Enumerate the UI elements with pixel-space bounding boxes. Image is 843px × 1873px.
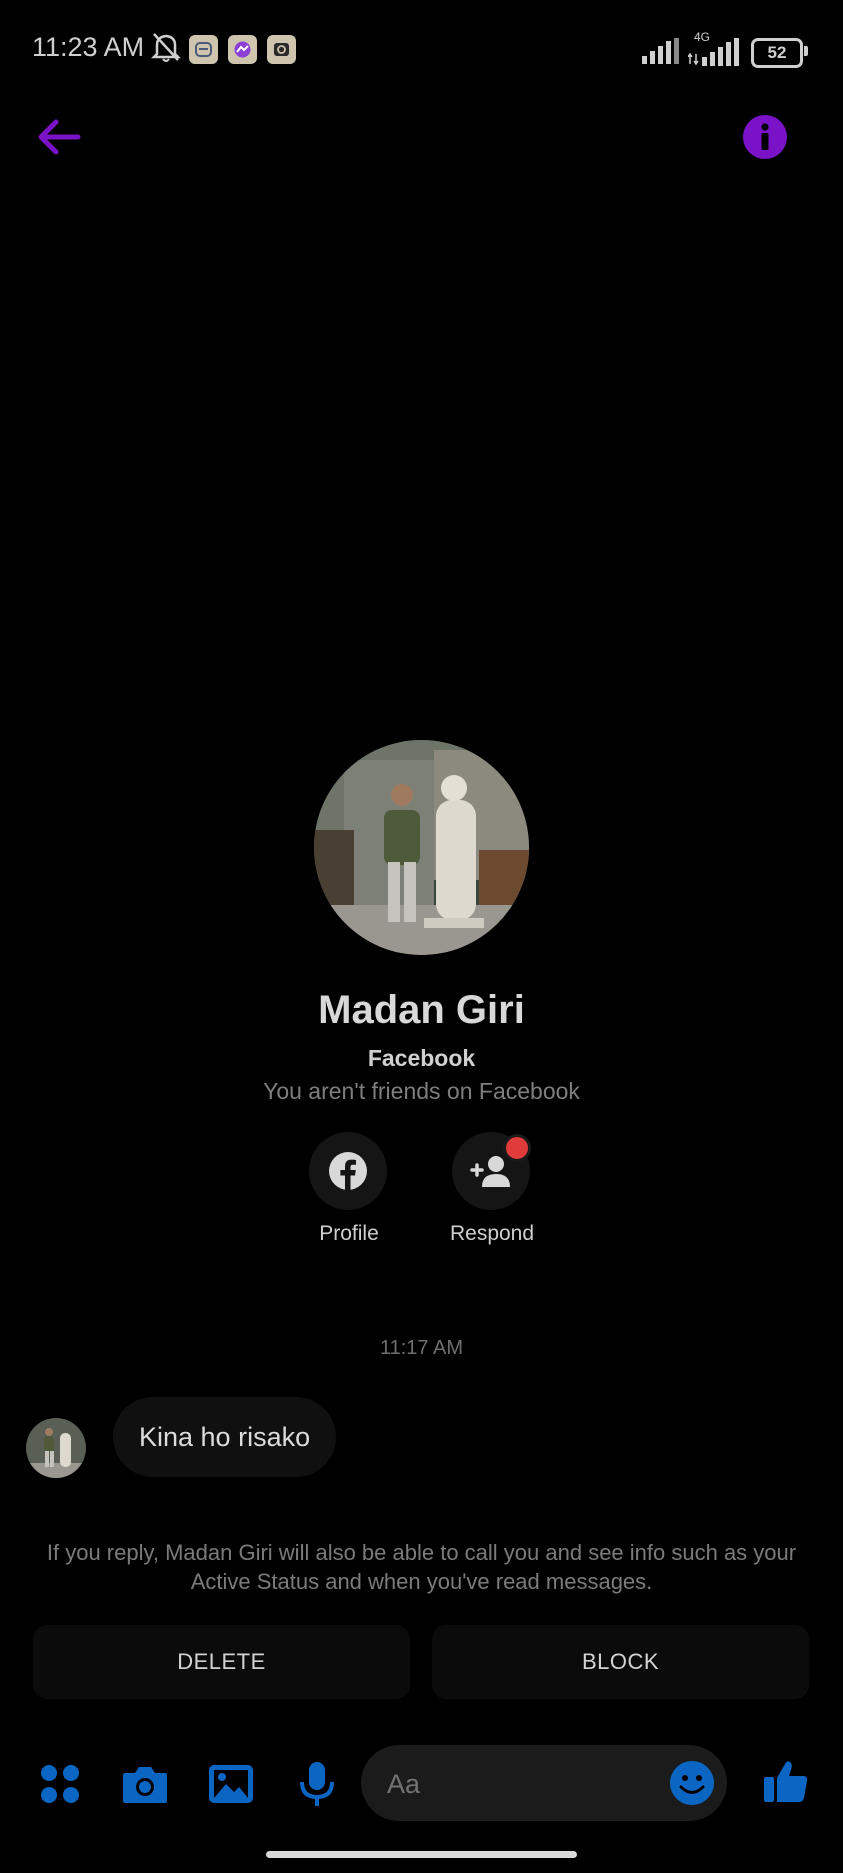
apps-icon <box>41 1765 79 1803</box>
message-timestamp: 11:17 AM <box>379 1337 464 1359</box>
respond-label[interactable]: Respond <box>422 1222 562 1246</box>
camera-button[interactable] <box>121 1760 169 1808</box>
messenger-badge-icon <box>228 35 257 64</box>
gallery-button[interactable] <box>207 1760 255 1808</box>
microphone-icon <box>300 1762 334 1806</box>
avatar[interactable] <box>26 1418 86 1478</box>
app-badge-icon <box>189 35 218 64</box>
microphone-button[interactable] <box>293 1760 341 1808</box>
delete-button[interactable]: DELETE <box>33 1625 410 1699</box>
emoji-icon <box>670 1761 714 1805</box>
battery-icon: 52 <box>751 38 803 68</box>
profile-name: Madan Giri <box>318 988 525 1032</box>
message-bubble[interactable]: Kina ho risako <box>113 1397 337 1477</box>
signal-icon <box>642 38 680 69</box>
message-input[interactable] <box>385 1745 649 1823</box>
back-button[interactable] <box>34 112 84 162</box>
profile-photo <box>314 740 529 955</box>
profile-action[interactable] <box>309 1132 389 1210</box>
apps-button[interactable] <box>36 1760 84 1808</box>
facebook-icon <box>329 1152 367 1190</box>
sender-avatar-photo <box>26 1418 86 1478</box>
like-button[interactable] <box>762 1757 810 1805</box>
profile-avatar[interactable] <box>314 740 529 955</box>
profile-label[interactable]: Profile <box>279 1222 419 1246</box>
mute-bell-icon <box>150 31 182 68</box>
arrow-left-icon <box>38 119 81 155</box>
notification-dot <box>503 1134 531 1162</box>
friendship-status: You aren't friends on Facebook <box>263 1078 580 1104</box>
reply-notice: If you reply, Madan Giri will also be ab… <box>46 1540 797 1594</box>
battery-tip <box>804 46 808 56</box>
camera-icon <box>123 1767 167 1803</box>
profile-button[interactable] <box>309 1132 387 1210</box>
home-indicator[interactable] <box>266 1851 577 1858</box>
block-button[interactable]: BLOCK <box>432 1625 809 1699</box>
info-icon <box>761 123 769 150</box>
battery-level: 52 <box>767 43 787 62</box>
status-time: 11:23 AM <box>32 32 145 62</box>
thumbs-up-icon <box>764 1761 808 1802</box>
gallery-icon <box>209 1765 253 1803</box>
message-composer[interactable] <box>361 1745 727 1823</box>
profile-platform: Facebook <box>367 1045 476 1071</box>
emoji-button[interactable] <box>669 1760 715 1806</box>
info-button[interactable] <box>743 115 787 159</box>
camera-badge-icon <box>267 35 296 64</box>
